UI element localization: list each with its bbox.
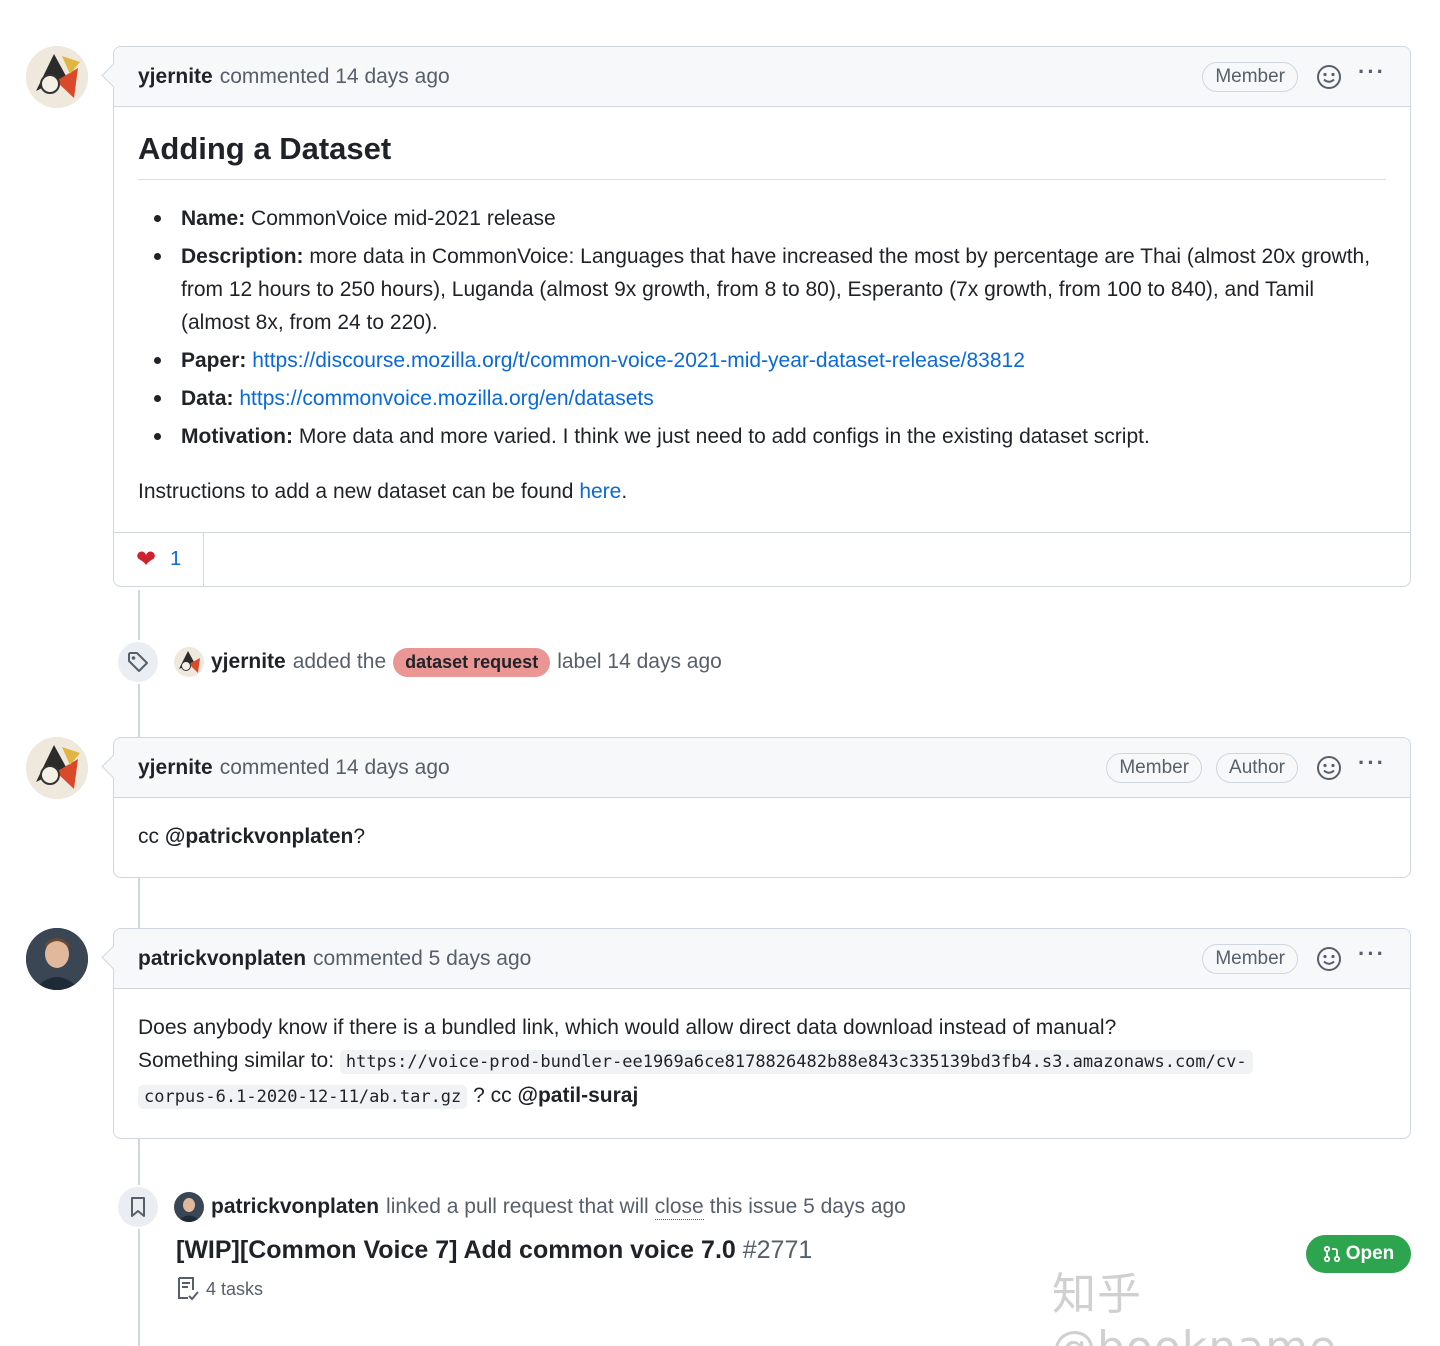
event-text: this issue 5 days ago bbox=[709, 1195, 906, 1218]
list-item: Name: CommonVoice mid-2021 release bbox=[138, 202, 1386, 235]
comment-heading: Adding a Dataset bbox=[138, 129, 1386, 180]
item-label: Data: bbox=[181, 387, 234, 410]
comment-author[interactable]: yjernite bbox=[138, 756, 213, 780]
item-label: Name: bbox=[181, 207, 246, 230]
comment-card: patrickvonplaten commented 5 days ago Me… bbox=[113, 928, 1411, 1139]
reaction-count: 1 bbox=[170, 548, 182, 570]
comment-text: corpus-6.1-2020-12-11/ab.tar.gz ? cc @pa… bbox=[138, 1079, 1386, 1114]
member-badge: Member bbox=[1106, 752, 1203, 783]
paper-link[interactable]: https://discourse.mozilla.org/t/common-v… bbox=[252, 349, 1025, 372]
comment-card: yjernite commented 14 days ago Member ··… bbox=[113, 46, 1411, 587]
instructions-text: Instructions to add a new dataset can be… bbox=[138, 480, 628, 503]
reactions-bar: ❤ 1 bbox=[114, 532, 1410, 586]
item-label: Motivation: bbox=[181, 425, 293, 448]
item-label: Description: bbox=[181, 245, 304, 268]
comment-author[interactable]: patrickvonplaten bbox=[138, 947, 306, 971]
comment-timestamp[interactable]: commented 14 days ago bbox=[220, 756, 450, 780]
more-options-icon[interactable]: ··· bbox=[1358, 60, 1386, 87]
user-mention[interactable]: @patil-suraj bbox=[517, 1084, 638, 1107]
comment-header: yjernite commented 14 days ago Member ··… bbox=[114, 47, 1410, 107]
item-text: more data in CommonVoice: Languages that… bbox=[181, 245, 1371, 334]
code-snippet: corpus-6.1-2020-12-11/ab.tar.gz bbox=[138, 1085, 468, 1109]
code-snippet: https://voice-prod-bundler-ee1969a6ce817… bbox=[339, 1050, 1253, 1074]
more-options-icon[interactable]: ··· bbox=[1358, 751, 1386, 778]
author-badge: Author bbox=[1216, 752, 1299, 783]
avatar[interactable] bbox=[26, 737, 88, 799]
comment-timestamp[interactable]: commented 14 days ago bbox=[220, 65, 450, 89]
comment-timestamp[interactable]: commented 5 days ago bbox=[313, 947, 531, 971]
more-options-icon[interactable]: ··· bbox=[1358, 942, 1386, 969]
heart-icon: ❤ bbox=[136, 546, 157, 573]
member-badge: Member bbox=[1202, 61, 1299, 92]
avatar[interactable] bbox=[26, 46, 88, 108]
label-event: yjernite added the dataset request label… bbox=[116, 640, 722, 684]
smiley-icon[interactable] bbox=[1316, 946, 1342, 972]
smiley-icon[interactable] bbox=[1316, 755, 1342, 781]
comment-text: Something similar to: https://voice-prod… bbox=[138, 1044, 1386, 1079]
pull-request-number[interactable]: #2771 bbox=[743, 1236, 813, 1264]
actor-avatar[interactable] bbox=[174, 647, 204, 677]
comment-text: Does anybody know if there is a bundled … bbox=[138, 1016, 1117, 1039]
pull-request-title[interactable]: [WIP][Common Voice 7] Add common voice 7… bbox=[176, 1236, 812, 1265]
label-badge[interactable]: dataset request bbox=[393, 647, 551, 677]
event-text: added the bbox=[292, 650, 387, 673]
event-text: linked a pull request that will bbox=[386, 1195, 649, 1218]
item-label: Paper: bbox=[181, 349, 247, 372]
comment-text: cc @patrickvonplaten? bbox=[138, 825, 366, 848]
avatar[interactable] bbox=[26, 928, 88, 990]
instructions-link[interactable]: here bbox=[579, 480, 621, 503]
checklist-icon bbox=[178, 1277, 199, 1301]
tag-icon bbox=[116, 640, 160, 684]
data-link[interactable]: https://commonvoice.mozilla.org/en/datas… bbox=[239, 387, 653, 410]
list-item: Motivation: More data and more varied. I… bbox=[138, 420, 1386, 453]
member-badge: Member bbox=[1202, 943, 1299, 974]
event-text: label 14 days ago bbox=[557, 650, 722, 673]
smiley-icon[interactable] bbox=[1316, 64, 1342, 90]
event-actor[interactable]: patrickvonplaten bbox=[211, 1195, 379, 1219]
comment-header: patrickvonplaten commented 5 days ago Me… bbox=[114, 929, 1410, 989]
link-event: patrickvonplaten linked a pull request t… bbox=[116, 1185, 906, 1229]
watermark: 知乎 @bookname bbox=[1052, 1269, 1336, 1346]
heart-reaction[interactable]: ❤ 1 bbox=[114, 533, 205, 586]
user-mention[interactable]: @patrickvonplaten bbox=[165, 825, 354, 848]
bookmark-icon bbox=[116, 1185, 160, 1229]
item-text: CommonVoice mid-2021 release bbox=[251, 207, 556, 230]
list-item: Description: more data in CommonVoice: L… bbox=[138, 240, 1386, 339]
pull-request-tasks: 4 tasks bbox=[176, 1276, 263, 1302]
item-text: More data and more varied. I think we ju… bbox=[298, 425, 1150, 448]
list-item: Paper: https://discourse.mozilla.org/t/c… bbox=[138, 344, 1386, 377]
close-keyword[interactable]: close bbox=[654, 1195, 704, 1220]
actor-avatar[interactable] bbox=[174, 1192, 204, 1222]
comment-header: yjernite commented 14 days ago Member Au… bbox=[114, 738, 1410, 798]
dataset-info-list: Name: CommonVoice mid-2021 release Descr… bbox=[138, 202, 1386, 453]
list-item: Data: https://commonvoice.mozilla.org/en… bbox=[138, 382, 1386, 415]
comment-author[interactable]: yjernite bbox=[138, 65, 213, 89]
comment-card: yjernite commented 14 days ago Member Au… bbox=[113, 737, 1411, 878]
event-actor[interactable]: yjernite bbox=[211, 650, 286, 674]
